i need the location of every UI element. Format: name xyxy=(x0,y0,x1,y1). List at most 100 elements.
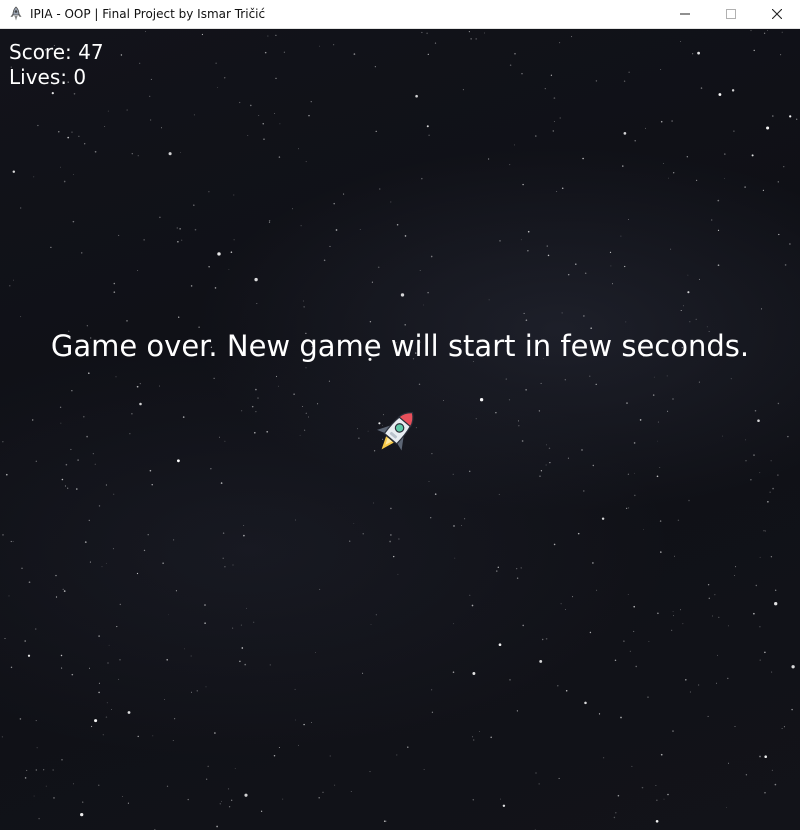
star xyxy=(484,32,485,34)
star xyxy=(55,596,58,598)
star xyxy=(227,788,230,790)
game-canvas[interactable]: Score: 47 Lives: 0 Game over. New game w… xyxy=(0,29,800,830)
star xyxy=(228,806,231,808)
star xyxy=(98,635,100,637)
star xyxy=(695,318,697,320)
star xyxy=(611,283,614,285)
star xyxy=(468,470,471,473)
star xyxy=(535,772,537,774)
star xyxy=(687,291,690,294)
close-icon[interactable] xyxy=(754,0,800,28)
star xyxy=(303,723,305,726)
star xyxy=(627,219,629,220)
star xyxy=(2,534,4,536)
game-window: IPIA - OOP | Final Project by Ismar Trič… xyxy=(0,0,800,830)
star xyxy=(648,640,650,642)
star xyxy=(220,482,223,484)
star xyxy=(781,728,783,729)
star xyxy=(71,673,74,676)
star xyxy=(453,525,455,527)
star xyxy=(250,104,252,107)
star xyxy=(495,411,497,414)
star xyxy=(443,400,444,401)
star xyxy=(572,596,574,598)
star xyxy=(136,572,139,575)
star xyxy=(760,308,763,310)
star xyxy=(198,326,200,329)
star xyxy=(94,719,98,723)
star xyxy=(771,769,773,771)
star xyxy=(583,315,585,317)
star xyxy=(232,564,234,566)
game-over-message: Game over. New game will start in few se… xyxy=(50,329,750,363)
star xyxy=(293,393,295,395)
star xyxy=(471,604,474,607)
star xyxy=(753,49,755,52)
star xyxy=(36,747,38,749)
star xyxy=(98,784,100,786)
star xyxy=(239,660,241,663)
star xyxy=(64,485,66,487)
star xyxy=(791,665,795,669)
star xyxy=(59,406,62,408)
star xyxy=(639,419,642,421)
star xyxy=(19,718,22,720)
star xyxy=(362,672,364,674)
star xyxy=(757,419,760,422)
star xyxy=(685,679,687,681)
star xyxy=(516,577,519,579)
star xyxy=(149,469,152,472)
minimize-icon[interactable] xyxy=(662,0,708,28)
star xyxy=(31,419,34,421)
star xyxy=(295,719,296,721)
star xyxy=(127,711,131,714)
star xyxy=(783,726,785,728)
star xyxy=(264,51,267,54)
star xyxy=(613,816,616,819)
star xyxy=(59,166,61,168)
star xyxy=(656,475,659,478)
star xyxy=(214,732,216,734)
star xyxy=(4,637,6,640)
star xyxy=(118,678,120,680)
star xyxy=(371,281,373,283)
star xyxy=(598,713,601,715)
star xyxy=(108,644,110,646)
star xyxy=(777,474,779,476)
star xyxy=(647,696,649,698)
star xyxy=(540,382,542,384)
star xyxy=(547,254,550,257)
star xyxy=(269,664,271,666)
star xyxy=(655,819,659,823)
star xyxy=(677,519,680,521)
star xyxy=(119,659,121,661)
star xyxy=(670,248,672,250)
star xyxy=(415,94,418,98)
star xyxy=(680,609,681,611)
maximize-icon[interactable] xyxy=(708,0,754,28)
star xyxy=(520,239,522,241)
star xyxy=(667,410,669,412)
star xyxy=(522,624,524,627)
star xyxy=(759,659,761,661)
star xyxy=(147,534,149,536)
star xyxy=(398,538,400,540)
star xyxy=(634,472,635,474)
star xyxy=(204,604,206,606)
lives-display: Lives: 0 xyxy=(9,65,87,89)
star xyxy=(359,229,361,230)
star xyxy=(674,555,675,557)
star xyxy=(396,224,399,226)
star xyxy=(50,246,52,249)
window-title: IPIA - OOP | Final Project by Ismar Trič… xyxy=(30,7,266,21)
star xyxy=(596,589,598,591)
star xyxy=(1,736,3,738)
star xyxy=(565,690,568,692)
star xyxy=(145,31,146,32)
title-bar[interactable]: IPIA - OOP | Final Project by Ismar Trič… xyxy=(0,0,800,29)
star xyxy=(777,181,779,183)
star xyxy=(98,505,101,507)
star xyxy=(88,519,91,522)
star xyxy=(724,178,725,179)
star xyxy=(299,434,301,436)
